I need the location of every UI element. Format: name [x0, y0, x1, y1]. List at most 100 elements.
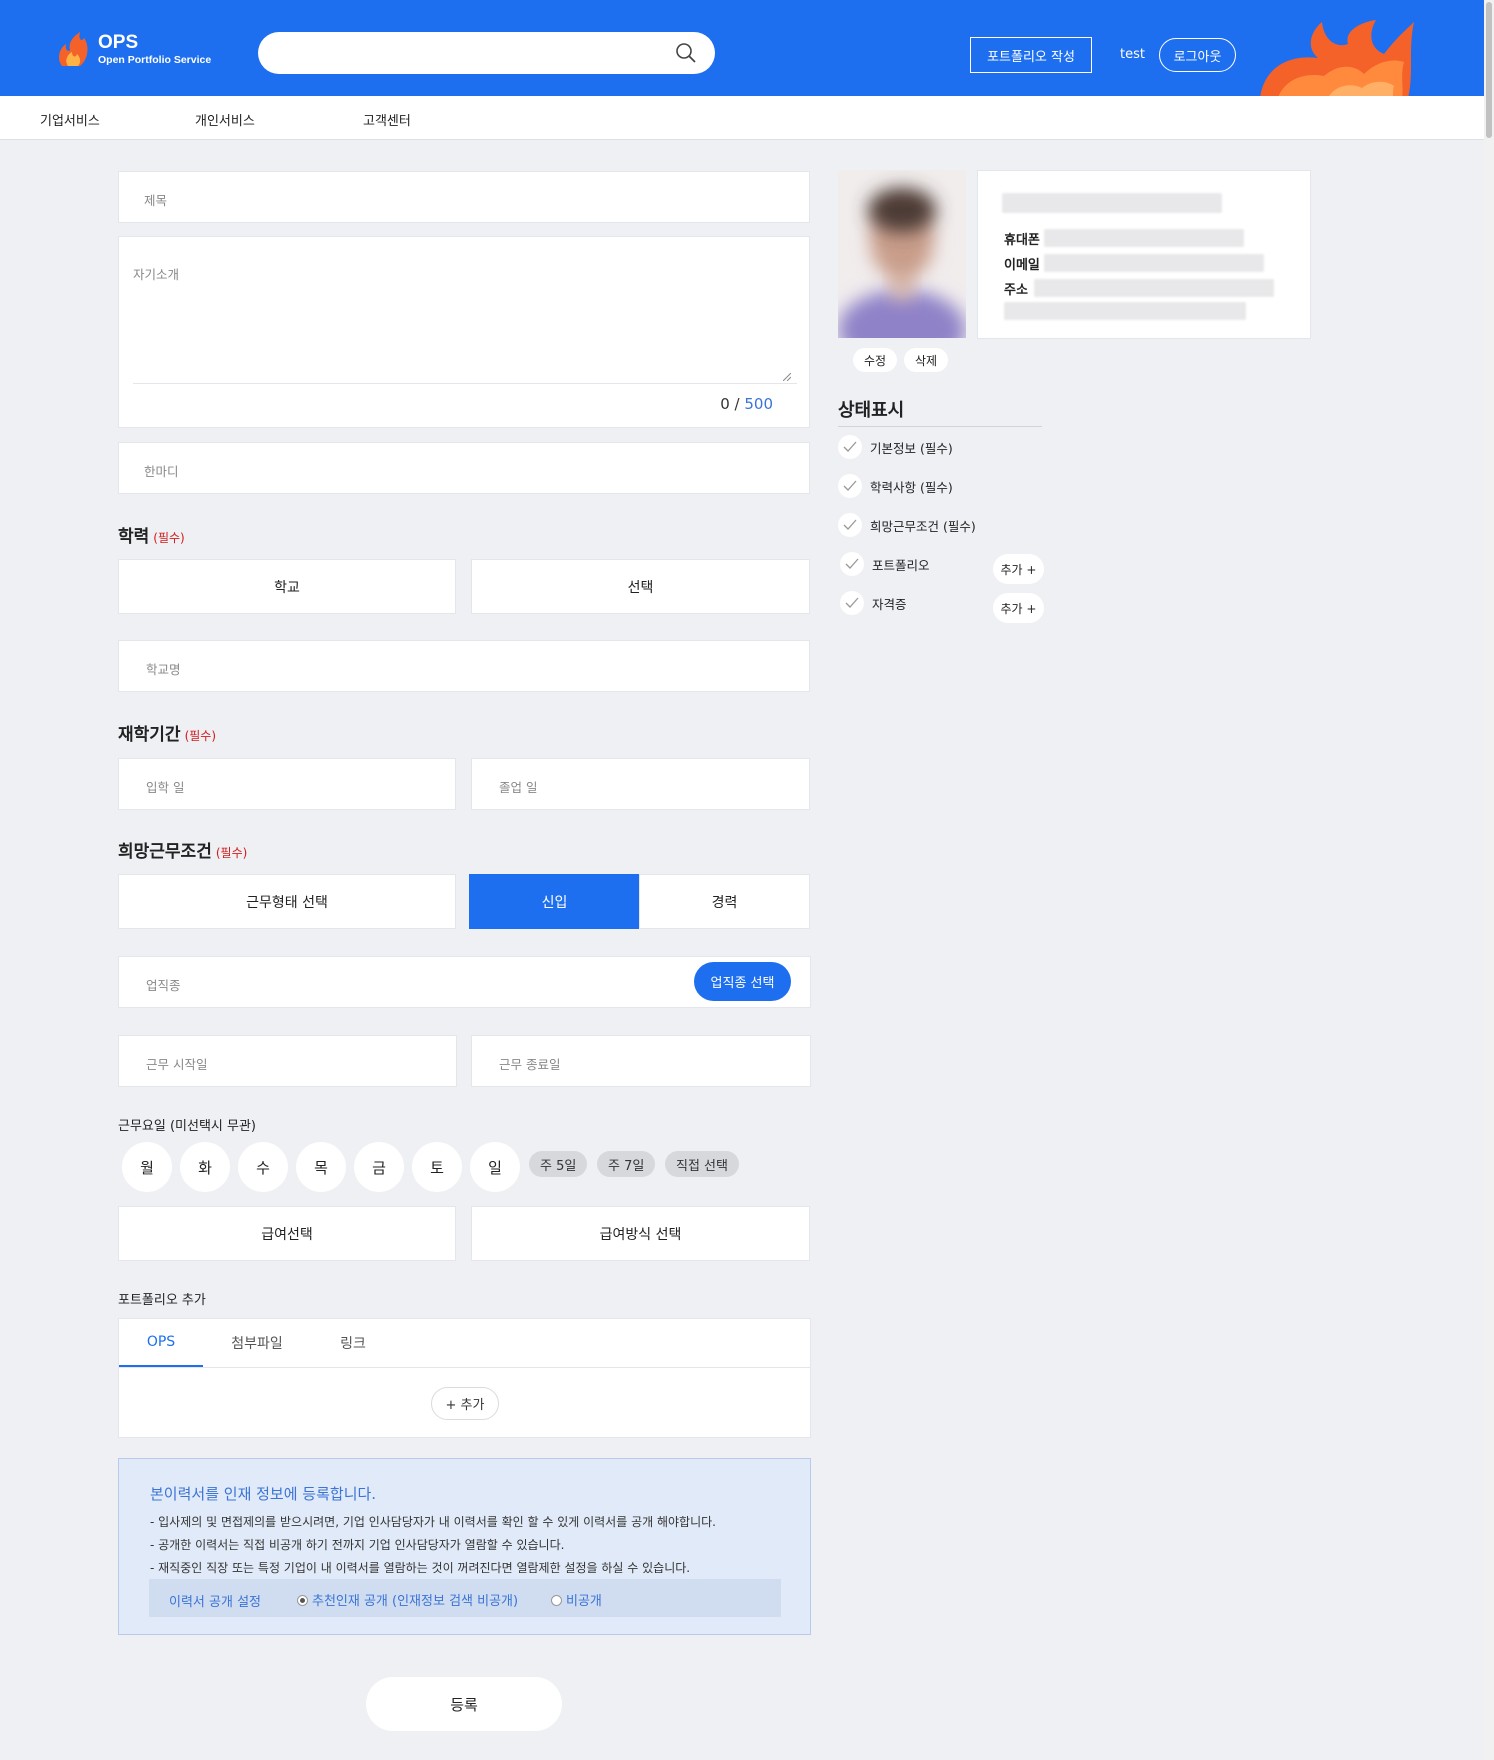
intro-divider: [133, 383, 797, 384]
status-item-basic: 기본정보 (필수): [838, 435, 953, 459]
notice-line: - 공개한 이력서는 직접 비공개 하기 전까지 기업 인사담당자가 열람할 수…: [150, 1538, 565, 1552]
preset-custom[interactable]: 직접 선택: [665, 1151, 739, 1177]
submit-button[interactable]: 등록: [366, 1677, 562, 1731]
radio-private-option[interactable]: 비공개: [551, 1590, 602, 1609]
check-icon: [840, 552, 864, 576]
work-required: (필수): [215, 846, 248, 860]
logout-button[interactable]: 로그아웃: [1159, 38, 1236, 72]
portfolio-tabs-divider: [119, 1367, 810, 1368]
day-wed[interactable]: 수: [238, 1142, 288, 1192]
graduation-date-field[interactable]: 졸업 일: [471, 758, 810, 810]
day-thu[interactable]: 목: [296, 1142, 346, 1192]
portfolio-add-label: 포트폴리오 추가: [118, 1293, 206, 1308]
ops-logo[interactable]: OPS Open Portfolio Service: [56, 30, 211, 68]
radio-public-option[interactable]: 추천인재 공개 (인재정보 검색 비공개): [297, 1590, 518, 1609]
char-max: 500: [744, 395, 773, 413]
portfolio-panel: OPS 첨부파일 링크 + 추가: [118, 1318, 811, 1438]
work-start-field[interactable]: 근무 시작일: [118, 1035, 457, 1087]
scrollbar-thumb[interactable]: [1486, 2, 1492, 138]
edit-profile-button[interactable]: 수정: [853, 348, 898, 372]
preset-5-days[interactable]: 주 5일: [529, 1151, 588, 1177]
day-sat[interactable]: 토: [412, 1142, 462, 1192]
top-header: OPS Open Portfolio Service 포트폴리오 작성 test…: [0, 0, 1494, 96]
check-icon: [840, 591, 864, 615]
nav-item-support[interactable]: 고객센터: [363, 110, 411, 129]
tab-attachment[interactable]: 첨부파일: [215, 1319, 299, 1367]
portfolio-add-button[interactable]: + 추가: [431, 1387, 499, 1420]
main-nav: 기업서비스 개인서비스 고객센터: [0, 96, 1484, 140]
notice-title: 본이력서를 인재 정보에 등록합니다.: [150, 1485, 377, 1503]
nav-item-personal[interactable]: 개인서비스: [195, 110, 255, 129]
career-option-experienced[interactable]: 경력: [639, 874, 810, 929]
search-input[interactable]: [280, 32, 660, 74]
check-icon: [838, 474, 862, 498]
add-portfolio-button[interactable]: 추가 +: [993, 554, 1044, 584]
education-title: 학력 (필수): [118, 522, 185, 547]
check-icon: [838, 513, 862, 537]
intro-placeholder: 자기소개: [133, 267, 180, 282]
status-item-certificate: 자격증: [840, 591, 907, 615]
search-icon[interactable]: [675, 42, 697, 64]
job-select-button[interactable]: 업직종 선택: [694, 962, 791, 1001]
privacy-setting-label: 이력서 공개 설정: [169, 1595, 261, 1610]
job-placeholder: 업직종: [146, 978, 181, 993]
logo-subtitle: Open Portfolio Service: [98, 53, 212, 66]
privacy-setting-row: 이력서 공개 설정 추천인재 공개 (인재정보 검색 비공개) 비공개: [149, 1579, 781, 1617]
profile-info-card: 휴대폰 이메일 주소: [977, 170, 1311, 339]
school-name-placeholder: 학교명: [146, 662, 181, 677]
tab-link[interactable]: 링크: [311, 1319, 395, 1367]
radio-private-icon[interactable]: [551, 1595, 562, 1606]
school-name-field[interactable]: 학교명: [118, 640, 810, 692]
period-required: (필수): [184, 729, 217, 743]
status-item-education: 학력사항 (필수): [838, 474, 953, 498]
logo-title: OPS: [98, 31, 139, 53]
graduation-date-placeholder: 졸업 일: [499, 780, 538, 795]
intro-field[interactable]: 자기소개 0 / 500: [118, 236, 810, 428]
day-fri[interactable]: 금: [354, 1142, 404, 1192]
radio-public-icon[interactable]: [297, 1595, 308, 1606]
oneliner-field[interactable]: 한마디: [118, 442, 810, 494]
write-portfolio-button[interactable]: 포트폴리오 작성: [970, 37, 1092, 73]
education-title-text: 학력: [118, 527, 150, 547]
work-title-text: 희망근무조건: [118, 842, 212, 862]
entry-date-field[interactable]: 입학 일: [118, 758, 456, 810]
school-type-select[interactable]: 학교: [118, 559, 456, 614]
status-item-label: 포트폴리오: [872, 557, 930, 573]
tab-ops[interactable]: OPS: [119, 1319, 203, 1367]
radio-public-label: 추천인재 공개 (인재정보 검색 비공개): [312, 1594, 519, 1609]
day-mon[interactable]: 월: [122, 1142, 172, 1192]
name-placeholder: [1002, 193, 1222, 213]
phone-label: 휴대폰: [1004, 233, 1040, 248]
address-value: [1034, 279, 1274, 297]
notice-line: - 입사제의 및 면접제의를 받으시려면, 기업 인사담당자가 내 이력서를 확…: [150, 1515, 716, 1529]
email-value: [1044, 254, 1264, 272]
page-scrollbar[interactable]: [1484, 0, 1494, 1760]
oneliner-placeholder: 한마디: [144, 464, 179, 479]
preset-7-days[interactable]: 주 7일: [597, 1151, 656, 1177]
username: test: [1120, 47, 1145, 62]
char-count: 0: [720, 395, 730, 413]
search-bar: [258, 32, 715, 74]
work-end-placeholder: 근무 종료일: [499, 1057, 561, 1072]
check-icon: [838, 435, 862, 459]
education-required: (필수): [153, 531, 185, 545]
school-status-select[interactable]: 선택: [471, 559, 810, 614]
salary-select[interactable]: 급여선택: [118, 1206, 456, 1261]
salary-method-select[interactable]: 급여방식 선택: [471, 1206, 810, 1261]
work-type-select[interactable]: 근무형태 선택: [118, 874, 456, 929]
title-placeholder: 제목: [144, 193, 168, 208]
day-tue[interactable]: 화: [180, 1142, 230, 1192]
work-end-field[interactable]: 근무 종료일: [471, 1035, 811, 1087]
char-separator: /: [729, 395, 745, 413]
status-item-label: 자격증: [872, 596, 907, 612]
day-sun[interactable]: 일: [470, 1142, 520, 1192]
phone-value: [1044, 229, 1244, 247]
resize-handle-icon[interactable]: [783, 373, 791, 381]
add-certificate-button[interactable]: 추가 +: [993, 593, 1044, 623]
delete-profile-button[interactable]: 삭제: [904, 348, 949, 372]
career-option-new[interactable]: 신입: [469, 874, 640, 929]
flame-logo-icon: [59, 32, 88, 66]
title-field[interactable]: 제목: [118, 171, 810, 223]
email-label: 이메일: [1004, 258, 1040, 273]
nav-item-corporate[interactable]: 기업서비스: [40, 110, 100, 129]
